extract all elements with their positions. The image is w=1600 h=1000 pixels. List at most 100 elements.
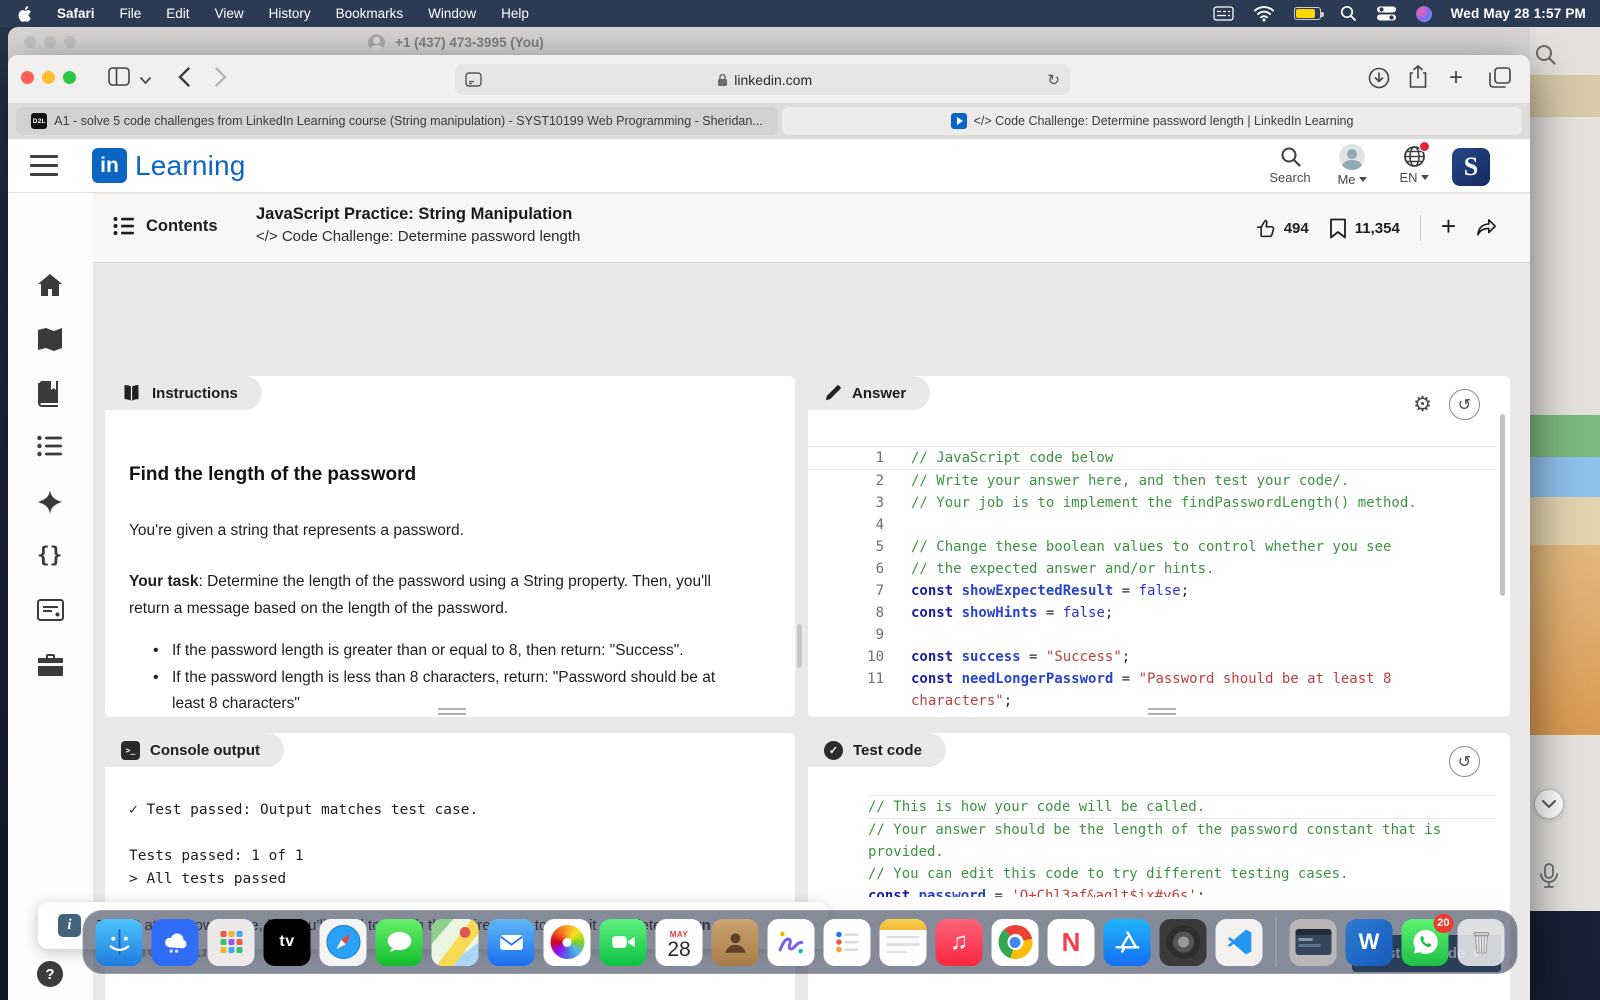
editor-settings-gear-icon[interactable]: ⚙: [1413, 394, 1432, 415]
menubar-clock[interactable]: Wed May 28 1:57 PM: [1451, 6, 1586, 21]
header-search[interactable]: Search: [1262, 144, 1318, 185]
code-braces-icon[interactable]: {}: [37, 543, 62, 567]
me-avatar: [1339, 144, 1365, 170]
control-center-icon[interactable]: [1376, 5, 1397, 22]
code-line: 9: [808, 624, 1496, 646]
header-language-menu[interactable]: EN: [1386, 144, 1442, 185]
answer-scrollbar[interactable]: [1500, 414, 1505, 596]
dock-whatsapp-icon[interactable]: 20: [1402, 919, 1449, 966]
dock-appstore-icon[interactable]: [1104, 919, 1151, 966]
answer-reset-button[interactable]: ↺: [1449, 389, 1480, 420]
sparkle-ai-icon[interactable]: [37, 489, 63, 520]
reload-icon[interactable]: ↻: [1047, 71, 1060, 89]
dock-safari-icon[interactable]: [320, 919, 367, 966]
hamburger-menu-icon[interactable]: [30, 155, 58, 176]
answer-code-editor[interactable]: 1// JavaScript code below2// Write your …: [808, 446, 1496, 712]
lock-icon: [717, 73, 728, 87]
dock-trash-icon[interactable]: [1458, 919, 1505, 966]
dock-calendar-icon[interactable]: MAY28: [656, 919, 703, 966]
pencil-icon: [824, 384, 842, 402]
dock-preview-icon[interactable]: [1290, 919, 1337, 966]
answer-tab[interactable]: Answer: [808, 376, 930, 410]
sidebar-chevron-icon[interactable]: [140, 72, 151, 90]
battery-icon[interactable]: [1294, 7, 1321, 20]
resize-handle[interactable]: [438, 708, 466, 715]
help-button[interactable]: ?: [37, 961, 63, 987]
dock-chrome-icon[interactable]: [992, 919, 1039, 966]
console-line: ✓ Test passed: Output matches test case.: [129, 799, 478, 822]
list-icon[interactable]: [37, 435, 63, 462]
dock-launchpad-icon[interactable]: [208, 919, 255, 966]
scroll-down-button[interactable]: [1534, 789, 1564, 819]
share-lesson-button[interactable]: [1476, 218, 1498, 238]
menubar-item-bookmarks[interactable]: Bookmarks: [336, 6, 404, 21]
library-book-icon[interactable]: [37, 381, 61, 412]
dock-badge: 20: [1433, 914, 1453, 933]
sidebar-toggle-icon[interactable]: [108, 67, 130, 91]
menubar-item-window[interactable]: Window: [428, 6, 476, 21]
back-button[interactable]: [178, 67, 190, 92]
menubar-item-help[interactable]: Help: [501, 6, 529, 21]
microphone-icon[interactable]: [1538, 863, 1560, 894]
dock-reminders-icon[interactable]: [824, 919, 871, 966]
contents-button[interactable]: Contents: [113, 216, 218, 236]
testcode-reset-button[interactable]: ↺: [1449, 746, 1480, 777]
like-button[interactable]: 494: [1255, 218, 1309, 239]
add-button[interactable]: +: [1441, 211, 1456, 242]
dock-divider: [1276, 917, 1277, 967]
apple-logo-icon[interactable]: [18, 6, 32, 22]
dock-settings-icon[interactable]: [1160, 919, 1207, 966]
dock-messages-icon[interactable]: [376, 919, 423, 966]
new-tab-icon[interactable]: +: [1449, 64, 1463, 92]
tab-d2l[interactable]: D2L A1 - solve 5 code challenges from Li…: [16, 107, 778, 135]
code-line: const password = 'O+Chl3af&aglt$ix#y6s';: [868, 885, 1496, 897]
input-source-icon[interactable]: [1213, 5, 1234, 22]
address-bar[interactable]: linkedin.com ↻: [455, 64, 1070, 95]
testcode-editor[interactable]: // This is how your code will be called.…: [868, 795, 1496, 897]
briefcase-icon[interactable]: [37, 653, 64, 682]
home-icon[interactable]: [37, 273, 63, 302]
dock-finder-icon[interactable]: [96, 919, 143, 966]
menubar-item-history[interactable]: History: [269, 6, 311, 21]
certificate-icon[interactable]: [37, 599, 64, 626]
resize-handle[interactable]: [1148, 708, 1176, 715]
dock-music-icon[interactable]: ♫: [936, 919, 983, 966]
dock-maps-icon[interactable]: [432, 919, 479, 966]
dock-word-icon[interactable]: W: [1346, 919, 1393, 966]
dock-news-icon[interactable]: N: [1048, 919, 1095, 966]
dock-notes-icon[interactable]: [880, 919, 927, 966]
share-icon[interactable]: [1408, 65, 1428, 94]
menubar-item-file[interactable]: File: [120, 6, 142, 21]
downloads-icon[interactable]: [1368, 67, 1390, 94]
tab-bar: D2L A1 - solve 5 code challenges from Li…: [8, 103, 1530, 139]
wifi-icon[interactable]: [1253, 5, 1275, 22]
header-me-menu[interactable]: Me: [1324, 144, 1380, 187]
dock-photos-icon[interactable]: [544, 919, 591, 966]
dock-facetime-icon[interactable]: [600, 919, 647, 966]
zoom-window-button[interactable]: [63, 71, 76, 84]
column-resize-handle[interactable]: [797, 624, 802, 668]
dock-tv-icon[interactable]: tv: [264, 919, 311, 966]
tab-overview-icon[interactable]: [1489, 67, 1511, 94]
page-format-icon[interactable]: [465, 72, 482, 87]
map-explore-icon[interactable]: [37, 327, 63, 356]
minimize-window-button[interactable]: [42, 71, 55, 84]
organization-logo[interactable]: S: [1452, 148, 1490, 186]
dock-freeform-icon[interactable]: [768, 919, 815, 966]
bookmark-button[interactable]: 11,354: [1329, 218, 1400, 239]
testcode-tab[interactable]: ✓ Test code: [808, 733, 946, 767]
dock-contacts-icon[interactable]: [712, 919, 759, 966]
tab-linkedin-learning[interactable]: </> Code Challenge: Determine password l…: [782, 107, 1522, 135]
spotlight-icon[interactable]: [1340, 5, 1357, 22]
menubar-app-name[interactable]: Safari: [57, 6, 95, 21]
menubar-item-view[interactable]: View: [215, 6, 244, 21]
linkedin-learning-logo[interactable]: in Learning: [92, 148, 246, 183]
dock-utility-icon[interactable]: [152, 919, 199, 966]
close-window-button[interactable]: [21, 71, 34, 84]
console-tab[interactable]: >_ Console output: [105, 733, 284, 767]
siri-icon[interactable]: [1416, 6, 1432, 22]
forward-button[interactable]: [215, 67, 227, 92]
dock-mail-icon[interactable]: [488, 919, 535, 966]
menubar-item-edit[interactable]: Edit: [166, 6, 189, 21]
dock-vscode-icon[interactable]: [1216, 919, 1263, 966]
